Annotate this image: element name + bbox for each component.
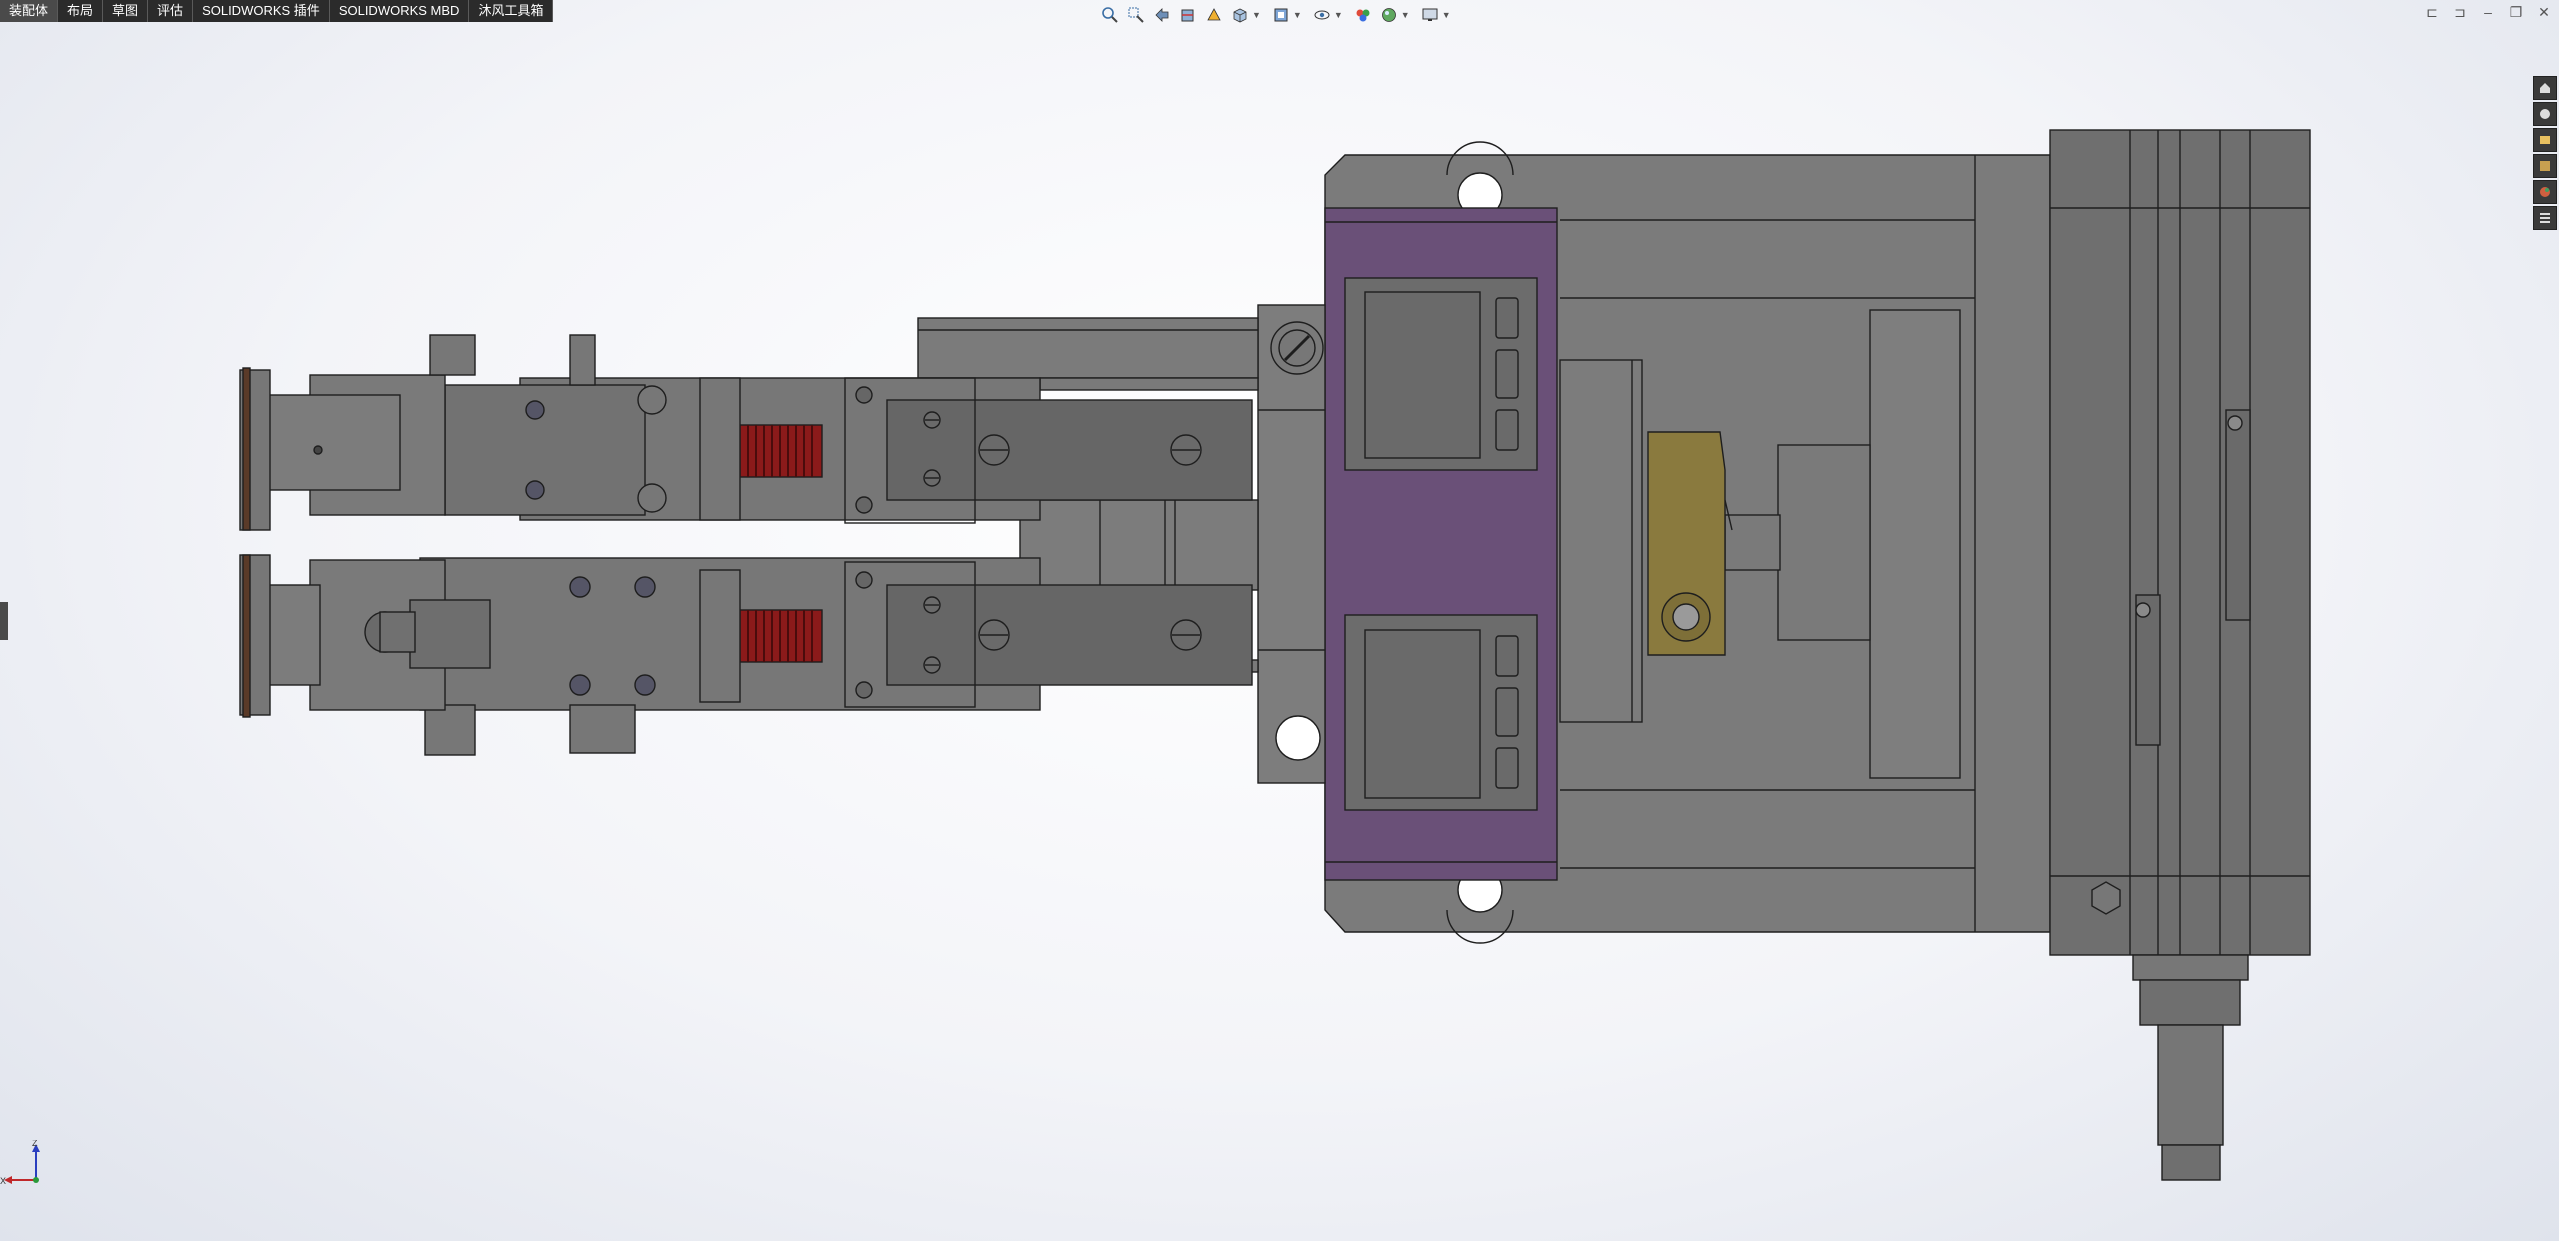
model-viewport[interactable] <box>0 0 2559 1241</box>
lower-gripper-arm <box>239 554 1253 756</box>
pressure-display-bottom <box>1344 614 1538 811</box>
hex-bolt <box>2091 881 2121 915</box>
pressure-display-top <box>1344 277 1538 471</box>
inner-block <box>1869 309 1961 779</box>
guide-rod-upper <box>1039 377 1259 391</box>
motor-cylinder <box>1559 359 1643 723</box>
triad-z-label: Z <box>32 1140 38 1148</box>
connector-shaft <box>1724 514 1781 571</box>
triad-x-label: X <box>0 1176 6 1186</box>
gripper-pad-upper <box>242 367 251 531</box>
gripper-pad-lower <box>242 554 251 718</box>
slider-block <box>1777 444 1871 641</box>
center-bridge <box>1019 499 1259 591</box>
mount-hole-left <box>1275 715 1321 761</box>
top-guide-rail <box>917 317 1259 379</box>
manifold-column <box>1257 304 1326 784</box>
assembly-model <box>239 129 2311 1181</box>
coordinate-triad: Z X <box>0 1140 40 1186</box>
motor-adapter <box>2132 954 2249 981</box>
motor-shaft <box>2157 1024 2224 1146</box>
